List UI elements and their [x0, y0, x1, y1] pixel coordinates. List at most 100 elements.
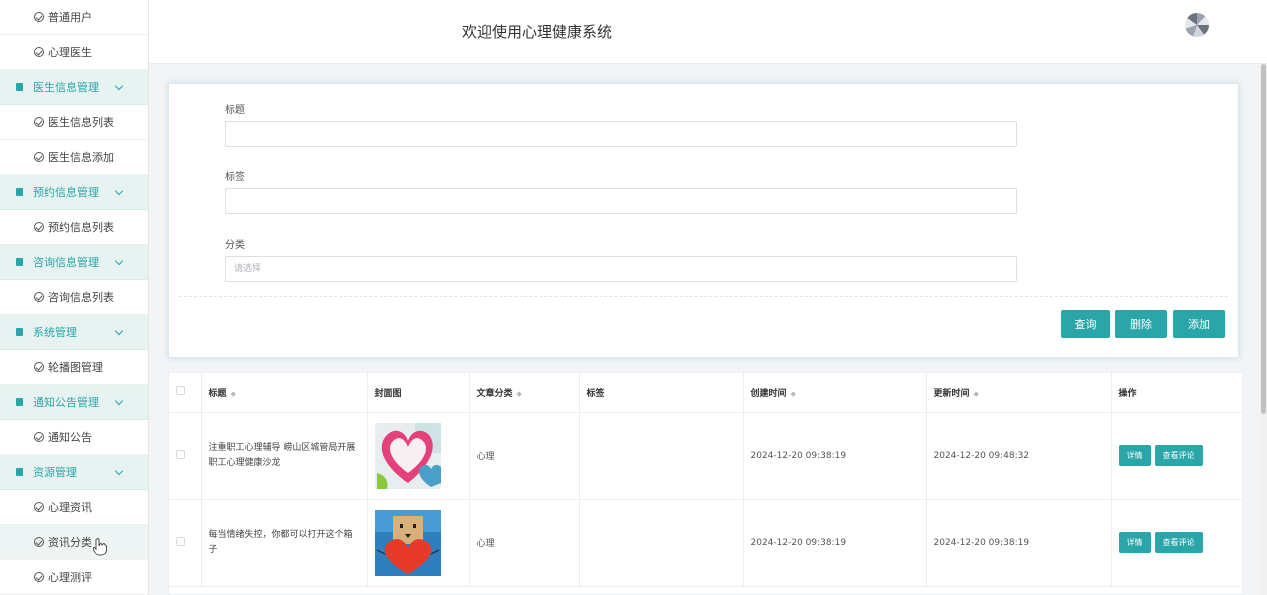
sidebar-group-system[interactable]: 系统管理: [0, 315, 148, 350]
sidebar-item-news-category[interactable]: 资讯分类: [0, 525, 148, 560]
sidebar-group-doctor-info[interactable]: 医生信息管理: [0, 70, 148, 105]
row-checkbox[interactable]: [176, 449, 185, 459]
sort-icon[interactable]: ◆: [517, 390, 522, 398]
column-header-cover: 封面图: [367, 373, 470, 413]
category-select[interactable]: 请选择: [225, 256, 1017, 282]
row-cover-cell: [367, 499, 470, 587]
detail-button[interactable]: 详情: [1118, 445, 1151, 466]
column-header-created[interactable]: 创建时间 ◆: [743, 373, 927, 413]
query-button[interactable]: 查询: [1061, 310, 1110, 338]
chevron-down-icon: [114, 81, 124, 91]
cover-image-hearts: [374, 422, 441, 489]
sidebar-item-label: 咨询信息列表: [48, 291, 114, 304]
search-form: 标题 标签 分类 请选择 查询 删除 添加: [168, 83, 1239, 358]
select-all-cell: [169, 373, 202, 413]
sidebar-item-label: 医生信息列表: [48, 116, 114, 129]
sidebar-item-label: 资讯分类: [48, 536, 92, 549]
sidebar-item-psych-news[interactable]: 心理资讯: [0, 490, 148, 525]
check-circle-icon: [34, 432, 44, 442]
row-actions: 详情 查看评论: [1111, 499, 1242, 587]
check-circle-icon: [34, 47, 44, 57]
sidebar-item-doctor-add[interactable]: 医生信息添加: [0, 140, 148, 175]
cover-image-box-heart: [374, 509, 441, 576]
sidebar-item-psych-doctors[interactable]: 心理医生: [0, 35, 148, 70]
sort-icon[interactable]: ◆: [974, 390, 979, 398]
add-button[interactable]: 添加: [1173, 310, 1225, 338]
tag-input[interactable]: [225, 188, 1017, 214]
column-title-label: 标题: [208, 388, 227, 399]
column-header-category[interactable]: 文章分类 ◆: [469, 373, 580, 413]
check-circle-icon: [34, 12, 44, 22]
row-title: 每当情绪失控，你都可以打开这个箱子: [201, 499, 368, 587]
row-select-cell: [169, 412, 202, 500]
chevron-down-icon: [114, 256, 124, 266]
title-label: 标题: [225, 105, 245, 116]
row-updated: 2024-12-20 09:48:32: [926, 412, 1112, 500]
row-tags: [579, 412, 744, 500]
column-created-label: 创建时间: [750, 388, 787, 399]
sidebar-item-doctor-list[interactable]: 医生信息列表: [0, 105, 148, 140]
column-header-tags: 标签: [579, 373, 744, 413]
sidebar-group-label: 咨询信息管理: [33, 256, 99, 269]
check-circle-icon: [34, 572, 44, 582]
column-header-actions: 操作: [1111, 373, 1242, 413]
sort-icon[interactable]: ◆: [791, 390, 796, 398]
check-circle-icon: [34, 537, 44, 547]
tag-label: 标签: [225, 172, 245, 183]
view-comments-button[interactable]: 查看评论: [1154, 532, 1203, 553]
check-circle-icon: [34, 362, 44, 372]
sidebar-item-appointment-list[interactable]: 预约信息列表: [0, 210, 148, 245]
row-cover-cell: [367, 412, 470, 500]
check-circle-icon: [34, 152, 44, 162]
row-category: 心理: [469, 412, 580, 500]
column-header-title[interactable]: 标题 ◆: [201, 373, 368, 413]
sidebar-item-label: 心理资讯: [48, 501, 92, 514]
category-label: 分类: [225, 240, 245, 251]
column-updated-label: 更新时间: [933, 388, 970, 399]
sort-icon[interactable]: ◆: [231, 390, 236, 398]
sidebar-item-label: 轮播图管理: [48, 361, 103, 374]
check-circle-icon: [34, 117, 44, 127]
sidebar-group-notice[interactable]: 通知公告管理: [0, 385, 148, 420]
sidebar-item-label: 医生信息添加: [48, 151, 114, 164]
sidebar-group-consult[interactable]: 咨询信息管理: [0, 245, 148, 280]
sidebar-item-label: 心理测评: [48, 571, 92, 584]
sidebar-group-label: 医生信息管理: [33, 81, 99, 94]
sidebar-group-label: 系统管理: [33, 326, 77, 339]
chevron-down-icon: [114, 326, 124, 336]
view-comments-button[interactable]: 查看评论: [1154, 445, 1203, 466]
sidebar-item-consult-list[interactable]: 咨询信息列表: [0, 280, 148, 315]
sidebar-group-appointment[interactable]: 预约信息管理: [0, 175, 148, 210]
page-scrollbar-thumb[interactable]: [1261, 64, 1266, 414]
sidebar-group-resources[interactable]: 资源管理: [0, 455, 148, 490]
row-updated: 2024-12-20 09:38:19: [926, 499, 1112, 587]
row-category: 心理: [469, 499, 580, 587]
document-icon: [16, 83, 23, 91]
sidebar-group-label: 资源管理: [33, 466, 77, 479]
sidebar-item-regular-users[interactable]: 普通用户: [0, 0, 148, 35]
document-icon: [16, 398, 23, 406]
sidebar-item-carousel[interactable]: 轮播图管理: [0, 350, 148, 385]
detail-button[interactable]: 详情: [1118, 532, 1151, 553]
row-title: 注重职工心理辅导 崂山区城管局开展职工心理健康沙龙: [201, 412, 368, 500]
delete-button[interactable]: 删除: [1115, 310, 1167, 338]
divider: [179, 296, 1228, 297]
sidebar-item-label: 普通用户: [48, 11, 92, 24]
row-checkbox[interactable]: [176, 536, 185, 546]
sidebar-item-label: 心理医生: [48, 46, 92, 59]
check-circle-icon: [34, 502, 44, 512]
table-row: 注重职工心理辅导 崂山区城管局开展职工心理健康沙龙 心理 2024-12-20 …: [169, 412, 1242, 500]
sidebar-item-psych-test[interactable]: 心理测评: [0, 560, 148, 595]
article-table: 标题 ◆ 封面图 文章分类 ◆ 标签 创建时间 ◆ 更新时间 ◆ 操作 注重职工心理辅导…: [168, 372, 1243, 595]
sidebar: 普通用户 心理医生 医生信息管理 医生信息列表 医生信息添加 预约信息管理 预约…: [0, 0, 149, 595]
top-header: 欢迎使用心理健康系统: [149, 0, 1267, 64]
sidebar-item-notice[interactable]: 通知公告: [0, 420, 148, 455]
avatar[interactable]: [1185, 13, 1209, 37]
document-icon: [16, 188, 23, 196]
title-input[interactable]: [225, 121, 1017, 147]
row-select-cell: [169, 499, 202, 587]
sidebar-group-label: 通知公告管理: [33, 396, 99, 409]
column-header-updated[interactable]: 更新时间 ◆: [926, 373, 1112, 413]
select-all-checkbox[interactable]: [176, 386, 185, 396]
hand-pointer-cursor: [93, 538, 107, 556]
